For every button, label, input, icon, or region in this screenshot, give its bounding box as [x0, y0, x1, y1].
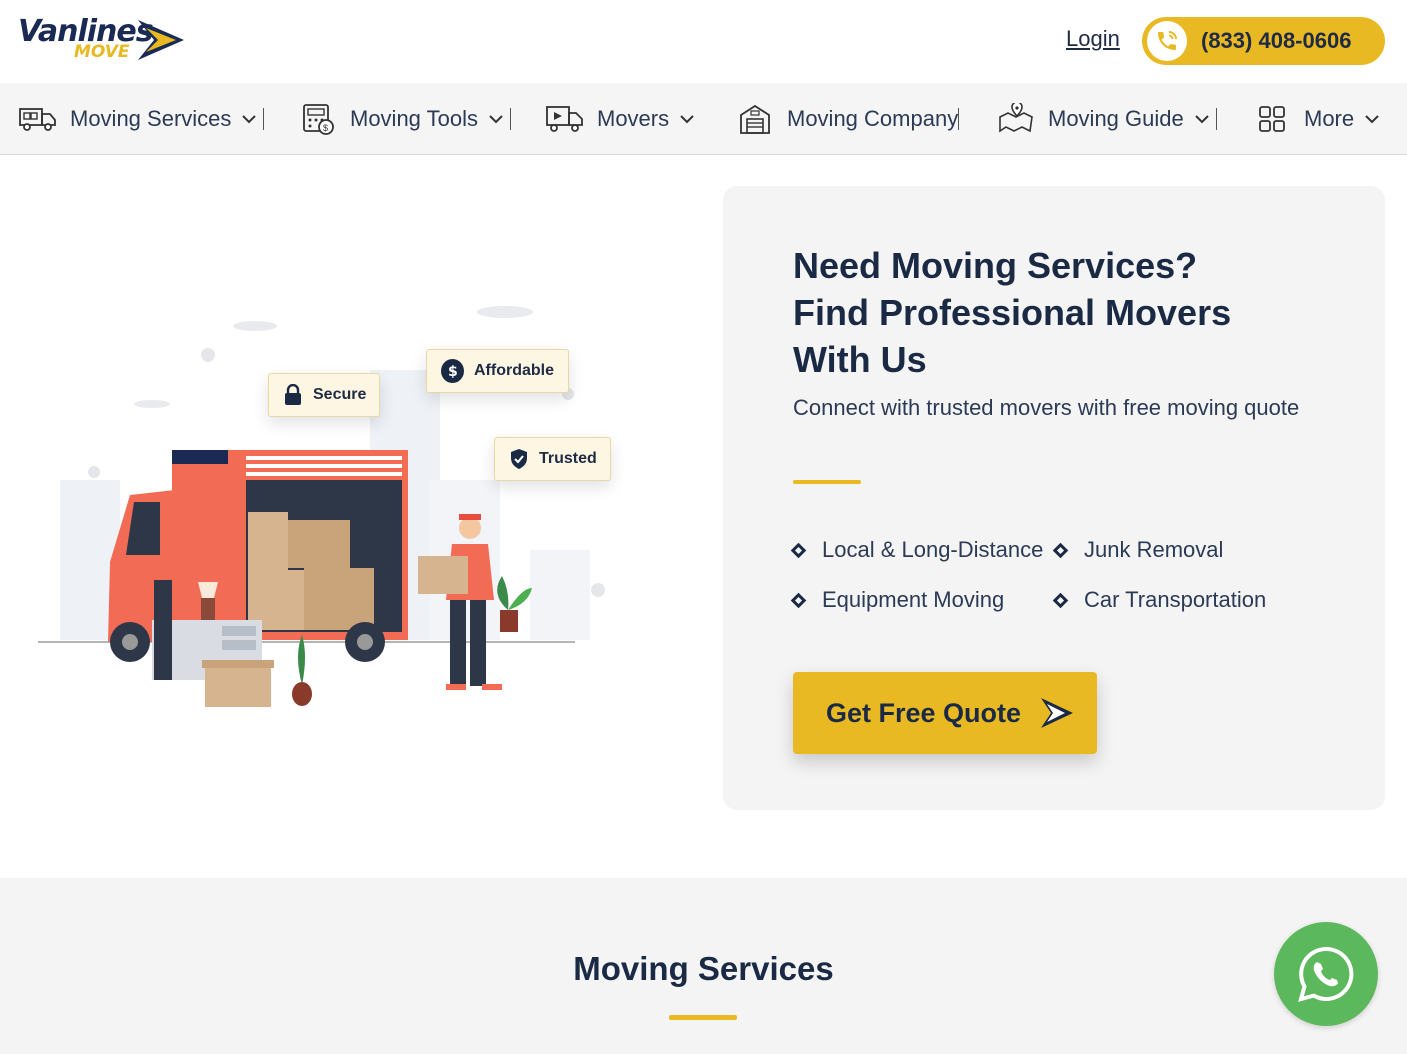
nav-item-movers[interactable]: Movers — [545, 83, 695, 155]
nav-label: Movers — [597, 106, 670, 131]
nav-label: More — [1304, 106, 1355, 131]
hero-subtitle: Connect with trusted movers with free mo… — [793, 395, 1300, 420]
main-nav: Moving Services $ Moving Tools Movers Mo… — [0, 83, 1407, 155]
phone-call-button[interactable]: (833) 408-0606 — [1142, 17, 1385, 65]
delivery-truck-icon — [545, 103, 585, 135]
login-link[interactable]: Login — [1066, 26, 1120, 52]
accent-divider — [793, 480, 861, 484]
nav-item-more[interactable]: More — [1252, 83, 1380, 155]
chevron-down-icon — [1194, 111, 1210, 127]
diamond-bullet-icon — [1052, 592, 1069, 608]
arrow-right-icon — [1041, 698, 1074, 728]
feature-label: Local & Long-Distance — [822, 537, 1044, 562]
cta-label: Get Free Quote — [826, 697, 1022, 728]
nav-label: Moving Tools — [350, 106, 478, 131]
feature-label: Car Transportation — [1084, 587, 1267, 612]
logo-arrow-icon — [138, 20, 184, 60]
whatsapp-icon — [1298, 946, 1354, 1002]
svg-text:$: $ — [323, 123, 328, 133]
nav-label: Moving Guide — [1048, 106, 1184, 131]
shield-icon — [509, 447, 529, 471]
feature-item: Junk Removal — [1052, 537, 1224, 563]
phone-icon — [1147, 21, 1187, 61]
diamond-bullet-icon — [790, 592, 807, 608]
feature-item: Equipment Moving — [790, 587, 1005, 613]
chevron-down-icon — [1364, 111, 1380, 127]
dollar-icon: $ — [441, 359, 464, 383]
trusted-badge: Trusted — [494, 437, 611, 481]
warehouse-icon — [735, 103, 775, 135]
logo-subtext: MOVE — [74, 42, 130, 62]
hero-title-line: Need Moving Services? — [793, 245, 1198, 286]
nav-label: Moving Services — [70, 106, 232, 131]
whatsapp-button[interactable] — [1274, 922, 1378, 1026]
site-header: Vanlines MOVE Login (833) 408-0606 — [0, 0, 1407, 83]
chevron-down-icon — [241, 111, 257, 127]
grid-icon — [1252, 103, 1292, 135]
diamond-bullet-icon — [790, 542, 807, 558]
nav-item-moving-company[interactable]: Moving Company — [735, 83, 960, 155]
hero-title: Need Moving Services? Find Professional … — [793, 242, 1313, 383]
moving-services-section: Moving Services — [0, 878, 1407, 1054]
nav-item-moving-guide[interactable]: Moving Guide — [996, 83, 1217, 155]
map-pin-icon — [996, 103, 1036, 135]
hero-title-line: Find Professional Movers — [793, 292, 1232, 333]
badge-label: Affordable — [474, 362, 554, 379]
affordable-badge: $ Affordable — [426, 349, 569, 393]
section-title: Moving Services — [573, 950, 834, 987]
get-free-quote-button[interactable]: Get Free Quote — [793, 672, 1097, 754]
calculator-icon: $ — [298, 103, 338, 135]
hero-title-line: With Us — [793, 339, 927, 380]
feature-label: Equipment Moving — [822, 587, 1005, 612]
nav-label: Moving Company — [787, 106, 959, 131]
lock-icon — [283, 383, 303, 407]
chevron-down-icon — [679, 111, 695, 127]
hero-card: Need Moving Services? Find Professional … — [723, 186, 1385, 810]
nav-divider — [958, 108, 960, 130]
nav-item-moving-tools[interactable]: $ Moving Tools — [298, 83, 511, 155]
nav-divider — [510, 108, 511, 130]
diamond-bullet-icon — [1052, 542, 1069, 558]
secure-badge: Secure — [268, 373, 380, 417]
truck-icon — [18, 103, 58, 135]
chevron-down-icon — [488, 111, 504, 127]
nav-divider — [1215, 108, 1217, 130]
feature-label: Junk Removal — [1084, 537, 1224, 562]
badge-label: Secure — [313, 386, 367, 403]
accent-divider — [669, 1015, 737, 1020]
nav-divider — [263, 108, 265, 130]
nav-item-moving-services[interactable]: Moving Services — [18, 83, 265, 155]
moving-truck-illustration: Secure $ Affordable Trusted — [30, 290, 650, 720]
badge-label: Trusted — [539, 450, 597, 467]
feature-item: Car Transportation — [1052, 587, 1267, 613]
feature-item: Local & Long-Distance — [790, 537, 1044, 563]
phone-number: (833) 408-0606 — [1201, 28, 1352, 53]
site-logo[interactable]: Vanlines MOVE — [18, 14, 193, 66]
svg-text:$: $ — [448, 364, 458, 380]
